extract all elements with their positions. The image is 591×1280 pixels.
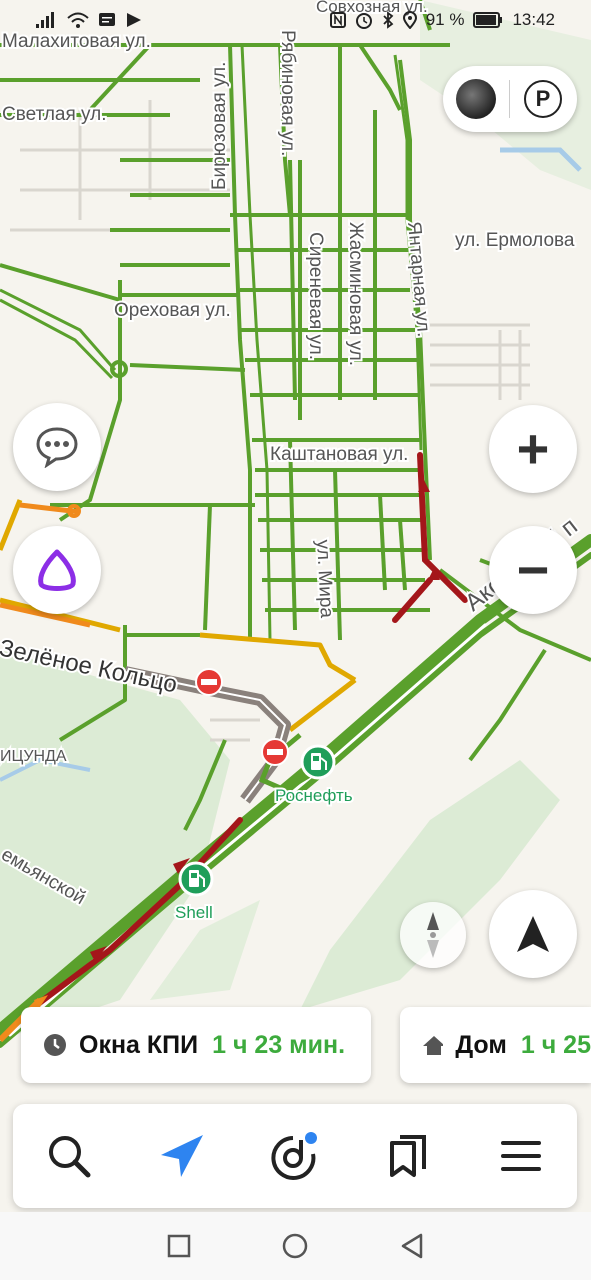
poi-label: Роснефть (275, 786, 353, 805)
home-circle-icon[interactable] (281, 1232, 309, 1260)
clock-time: 13:42 (512, 10, 555, 29)
compass-icon (427, 912, 439, 958)
system-navigation-bar (0, 1212, 591, 1280)
parking-label: P (535, 86, 551, 111)
road-closed-marker (261, 738, 289, 766)
parking-icon: P (524, 80, 562, 118)
status-bar: 91 % 13:42 (0, 0, 591, 40)
navigation-arrow-icon (161, 1135, 204, 1177)
street-label: Бирюзовая ул. (209, 62, 230, 190)
alice-assistant-icon (38, 549, 76, 591)
bottom-nav (13, 1104, 577, 1208)
street-label: Светлая ул. (2, 104, 107, 125)
street-label: Сиреневая ул. (305, 232, 326, 360)
layers-parking-control: P (443, 66, 577, 132)
location-icon (402, 11, 417, 29)
fuel-station-icon (300, 744, 336, 780)
layers-button[interactable] (443, 66, 509, 132)
play-icon (127, 13, 141, 27)
message-icon (99, 13, 115, 26)
home-icon (423, 1036, 444, 1055)
zoom-out-button[interactable]: − (489, 526, 577, 614)
route-card-home[interactable]: Дом 1 ч 25 (400, 1007, 591, 1083)
clock-icon (44, 1034, 66, 1056)
back-triangle-icon[interactable] (399, 1232, 425, 1260)
navigation-button[interactable] (142, 1116, 222, 1196)
street-label: Ореховая ул. (114, 300, 231, 321)
my-location-button[interactable] (489, 890, 577, 978)
road-closed-marker (195, 668, 223, 696)
bookmarks-button[interactable] (368, 1116, 448, 1196)
map-view[interactable]: Совхозная ул. Малахитовая ул. Светлая ул… (0, 0, 591, 1280)
zoom-in-label: + (516, 417, 550, 480)
route-eta: 1 ч 23 мин. (212, 1030, 346, 1059)
street-label: ул. Мира (312, 539, 337, 619)
recent-apps-icon[interactable] (167, 1234, 191, 1258)
chat-button[interactable] (13, 403, 101, 491)
search-button[interactable] (29, 1116, 109, 1196)
street-label: Рябиновая ул. (277, 30, 298, 156)
location-arrow-icon (517, 916, 549, 952)
chat-bubble-icon (36, 427, 78, 468)
parking-button[interactable]: P (510, 66, 576, 132)
wifi-icon (67, 12, 89, 28)
music-button[interactable] (255, 1116, 335, 1196)
street-label: Жасминовая ул. (345, 222, 366, 366)
menu-icon (500, 1141, 541, 1171)
street-label: Каштановая ул. (270, 444, 408, 465)
nfc-icon (329, 12, 346, 28)
poi-label: Shell (175, 903, 213, 922)
bookmarks-icon (389, 1135, 426, 1177)
fuel-station-icon (178, 861, 214, 897)
street-label: ИЦУНДА (0, 748, 67, 765)
battery-icon (473, 12, 503, 28)
bluetooth-icon (383, 11, 394, 29)
menu-button[interactable] (481, 1116, 561, 1196)
layers-circle-icon (456, 79, 496, 119)
route-eta: 1 ч 25 (520, 1030, 591, 1059)
zoom-out-label: − (516, 538, 550, 601)
search-icon (49, 1136, 91, 1178)
route-destination: Окна КПИ (79, 1030, 199, 1059)
street-label: ул. Ермолова (455, 230, 575, 251)
battery-percent: 91 % (425, 10, 465, 29)
music-icon (271, 1132, 317, 1180)
signal-icon (36, 12, 54, 28)
alarm-icon (355, 13, 372, 29)
route-destination: Дом (455, 1030, 507, 1059)
route-card-work[interactable]: Окна КПИ 1 ч 23 мин. (21, 1007, 371, 1083)
alice-assistant-button[interactable] (13, 526, 101, 614)
zoom-in-button[interactable]: + (489, 405, 577, 493)
compass-button[interactable] (400, 902, 466, 968)
